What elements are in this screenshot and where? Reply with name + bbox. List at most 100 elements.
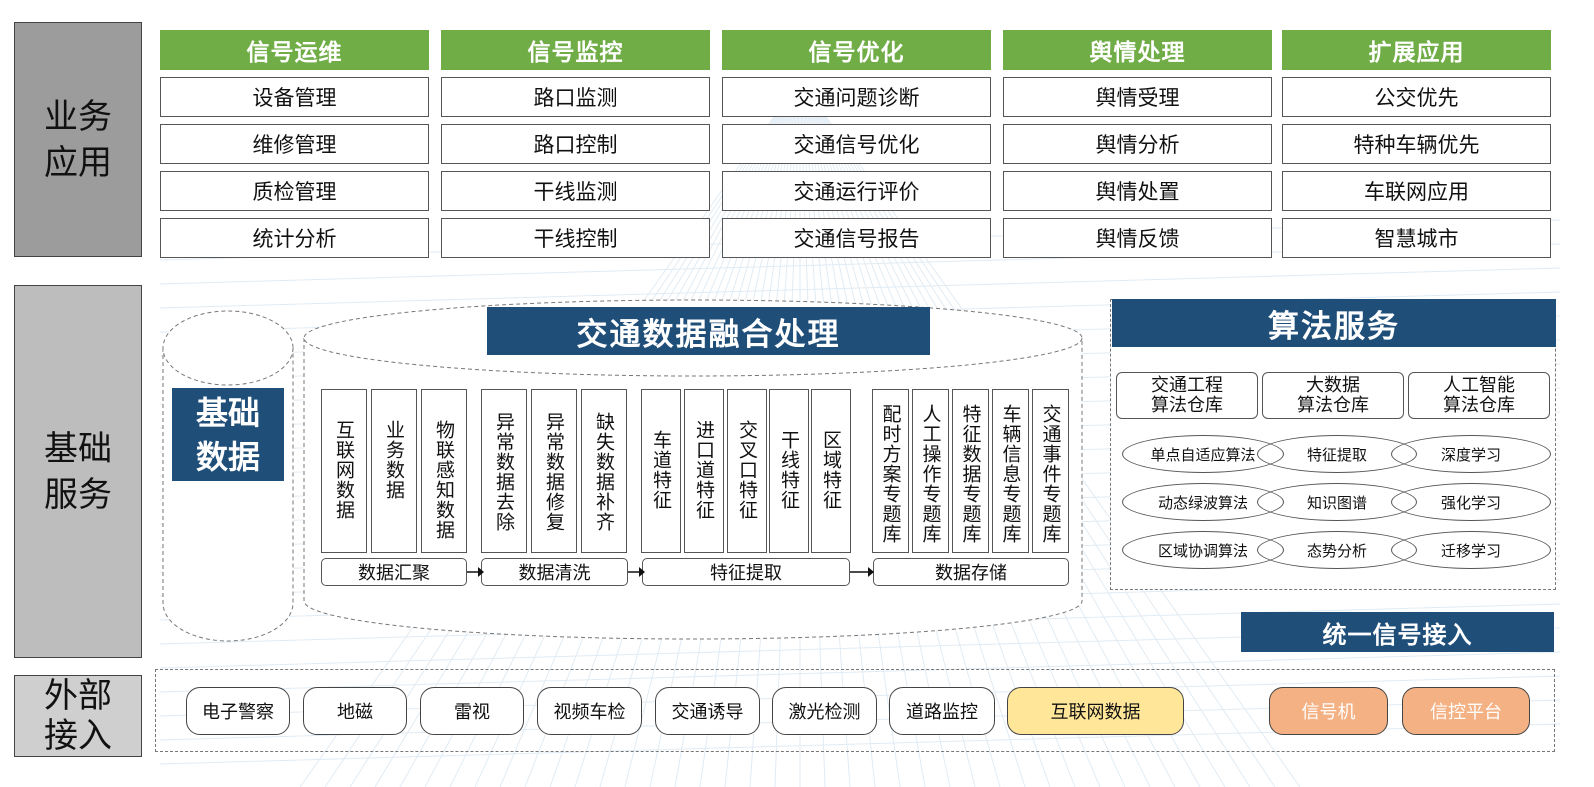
business-item[interactable]: 交通信号优化 — [722, 124, 991, 164]
algorithm-ellipse[interactable]: 迁移学习 — [1391, 531, 1551, 569]
external-source[interactable]: 道路监控 — [889, 687, 995, 735]
algorithm-ellipse[interactable]: 强化学习 — [1391, 483, 1551, 521]
business-item[interactable]: 路口监测 — [441, 77, 710, 117]
flow-arrow-icon — [467, 567, 484, 577]
business-item[interactable]: 舆情分析 — [1003, 124, 1272, 164]
fusion-item-label: 干线特征 — [778, 430, 800, 510]
algorithm-library-line: 算法仓库 — [1443, 394, 1515, 416]
business-item[interactable]: 干线监测 — [441, 171, 710, 211]
base-data-banner: 基础 数据 — [172, 388, 284, 481]
internet-data-source[interactable]: 互联网数据 — [1007, 687, 1184, 735]
fusion-item: 异常数据去除 — [481, 389, 527, 553]
business-column-title: 信号运维 — [160, 30, 429, 70]
base-data-line: 数据 — [195, 437, 260, 476]
fusion-item: 业务数据 — [371, 389, 417, 553]
algorithm-library[interactable]: 大数据 算法仓库 — [1262, 372, 1404, 419]
external-source[interactable]: 雷视 — [420, 687, 524, 735]
layer-label-line: 应用 — [44, 142, 112, 183]
business-column-title: 信号监控 — [441, 30, 710, 70]
stage-box: 数据清洗 — [481, 558, 628, 586]
business-column: 舆情处理 舆情受理 舆情分析 舆情处置 舆情反馈 — [1003, 30, 1272, 258]
external-source[interactable]: 激光检测 — [772, 687, 877, 735]
business-column: 信号优化 交通问题诊断 交通信号优化 交通运行评价 交通信号报告 — [722, 30, 991, 258]
business-item[interactable]: 特种车辆优先 — [1282, 124, 1551, 164]
algorithm-title: 算法服务 — [1112, 299, 1556, 347]
fusion-item: 互联网数据 — [321, 389, 367, 553]
fusion-item: 交叉口特征 — [727, 389, 767, 553]
business-item[interactable]: 设备管理 — [160, 77, 429, 117]
external-source[interactable]: 电子警察 — [186, 687, 290, 735]
signal-platform-source[interactable]: 信控平台 — [1402, 687, 1530, 735]
business-item[interactable]: 舆情受理 — [1003, 77, 1272, 117]
fusion-item-label: 进口道特征 — [693, 420, 715, 520]
stage-box: 数据汇聚 — [321, 558, 467, 586]
business-column-title: 信号优化 — [722, 30, 991, 70]
fusion-item: 配时方案专题库 — [872, 389, 909, 553]
fusion-item-label: 缺失数据补齐 — [593, 412, 615, 532]
fusion-item-label: 互联网数据 — [333, 420, 355, 520]
stage-box: 特征提取 — [642, 558, 850, 586]
fusion-item-label: 车辆信息专题库 — [999, 404, 1022, 544]
business-item[interactable]: 舆情反馈 — [1003, 218, 1272, 258]
business-column: 信号监控 路口监测 路口控制 干线监测 干线控制 — [441, 30, 710, 258]
layer-label-line: 外部 — [44, 676, 112, 716]
fusion-item-label: 车道特征 — [650, 430, 672, 510]
business-item[interactable]: 维修管理 — [160, 124, 429, 164]
algorithm-library[interactable]: 人工智能 算法仓库 — [1408, 372, 1550, 419]
fusion-item-label: 业务数据 — [383, 420, 405, 500]
business-item[interactable]: 交通问题诊断 — [722, 77, 991, 117]
stage-box: 数据存储 — [873, 558, 1069, 586]
business-column-title: 扩展应用 — [1282, 30, 1551, 70]
fusion-item-label: 交通事件专题库 — [1039, 404, 1062, 544]
algorithm-library[interactable]: 交通工程 算法仓库 — [1116, 372, 1258, 419]
fusion-item: 进口道特征 — [684, 389, 724, 553]
layer-label-line: 业务 — [44, 96, 112, 137]
fusion-title: 交通数据融合处理 — [487, 307, 930, 355]
algorithm-library-line: 交通工程 — [1151, 374, 1223, 396]
algorithm-library-line: 算法仓库 — [1297, 394, 1369, 416]
fusion-item-label: 异常数据去除 — [493, 412, 515, 532]
business-column-title: 舆情处理 — [1003, 30, 1272, 70]
fusion-item-label: 异常数据修复 — [543, 412, 565, 532]
fusion-item: 人工操作专题库 — [912, 389, 949, 553]
layer-label-business: 业务 应用 — [14, 22, 142, 257]
business-item[interactable]: 公交优先 — [1282, 77, 1551, 117]
business-item[interactable]: 智慧城市 — [1282, 218, 1551, 258]
business-item[interactable]: 路口控制 — [441, 124, 710, 164]
unified-access-banner: 统一信号接入 — [1241, 612, 1554, 652]
business-item[interactable]: 舆情处置 — [1003, 171, 1272, 211]
business-item[interactable]: 干线控制 — [441, 218, 710, 258]
fusion-item-label: 区域特征 — [820, 430, 842, 510]
business-column: 信号运维 设备管理 维修管理 质检管理 统计分析 — [160, 30, 429, 258]
algorithm-ellipse[interactable]: 深度学习 — [1391, 435, 1551, 473]
signal-machine-source[interactable]: 信号机 — [1269, 687, 1388, 735]
fusion-item: 异常数据修复 — [531, 389, 577, 553]
business-item[interactable]: 交通信号报告 — [722, 218, 991, 258]
fusion-item-label: 人工操作专题库 — [919, 404, 942, 544]
external-source[interactable]: 地磁 — [303, 687, 407, 735]
algorithm-library-line: 人工智能 — [1443, 374, 1515, 396]
fusion-item: 车道特征 — [641, 389, 681, 553]
business-item[interactable]: 车联网应用 — [1282, 171, 1551, 211]
fusion-item-label: 配时方案专题库 — [879, 404, 902, 544]
fusion-item: 物联感知数据 — [421, 389, 467, 553]
fusion-item: 区域特征 — [811, 389, 851, 553]
business-item[interactable]: 交通运行评价 — [722, 171, 991, 211]
external-source[interactable]: 交通诱导 — [655, 687, 760, 735]
business-column: 扩展应用 公交优先 特种车辆优先 车联网应用 智慧城市 — [1282, 30, 1551, 258]
layer-label-line: 接入 — [44, 716, 112, 756]
fusion-item-label: 物联感知数据 — [433, 420, 455, 540]
algorithm-library-line: 算法仓库 — [1151, 394, 1223, 416]
base-data-line: 基础 — [195, 393, 260, 432]
fusion-item: 干线特征 — [769, 389, 809, 553]
fusion-item: 特征数据专题库 — [952, 389, 989, 553]
business-item[interactable]: 统计分析 — [160, 218, 429, 258]
layer-label-line: 基础 — [44, 428, 112, 469]
flow-arrow-icon — [628, 567, 645, 577]
layer-label-external: 外部 接入 — [14, 675, 142, 757]
external-source[interactable]: 视频车检 — [537, 687, 642, 735]
fusion-item-label: 特征数据专题库 — [959, 404, 982, 544]
business-item[interactable]: 质检管理 — [160, 171, 429, 211]
fusion-item-label: 交叉口特征 — [736, 420, 758, 520]
layer-label-base: 基础 服务 — [14, 285, 142, 658]
